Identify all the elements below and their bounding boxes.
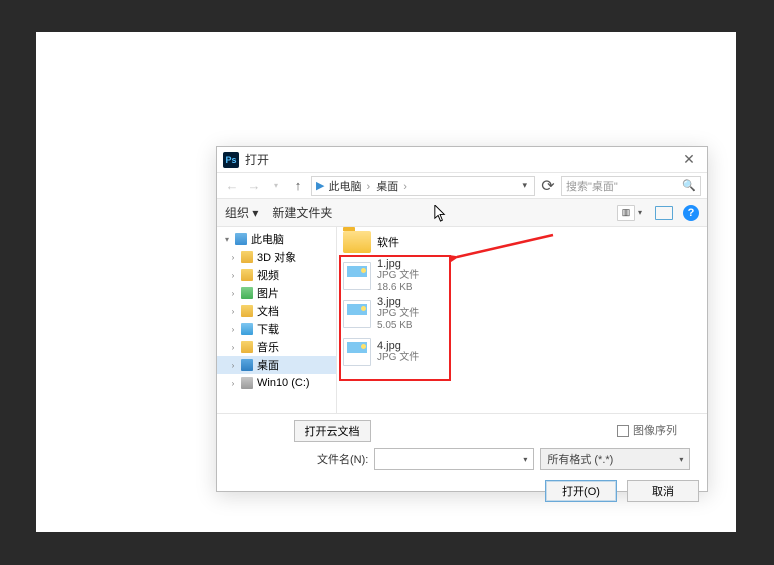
file-list: 1.jpgJPG 文件18.6 KB3.jpgJPG 文件5.05 KB4.jp… [343, 257, 701, 371]
up-button[interactable]: ↑ [289, 178, 307, 193]
nav-root-pc[interactable]: ▾ 此电脑 [217, 230, 336, 248]
recent-dropdown[interactable]: ▾ [267, 181, 285, 190]
dialog-title: 打开 [245, 151, 269, 168]
file-name: 3.jpg [377, 296, 419, 308]
folder-label: 软件 [377, 234, 399, 250]
file-name: 1.jpg [377, 258, 419, 270]
dialog-body: ▾ 此电脑 › 3D 对象 › 视频 › 图片 › 文档 › 下载 › 音乐 › 桌面 › Win10 (C:… [217, 227, 707, 413]
nav-label: 桌面 [257, 357, 279, 373]
search-icon: 🔍 [682, 179, 696, 192]
file-text: 1.jpgJPG 文件18.6 KB [377, 258, 419, 294]
nav-tree: ▾ 此电脑 › 3D 对象 › 视频 › 图片 › 文档 › 下载 › 音乐 › 桌面 › Win10 (C:… [217, 227, 337, 413]
expand-icon: › [229, 343, 237, 352]
expand-icon: › [229, 379, 237, 388]
nav-label: 视频 [257, 267, 279, 283]
file-size: 5.05 KB [377, 320, 419, 332]
address-bar: ← → ▾ ↑ ▶ 此电脑 桌面 ▾ ⟳ 搜索"桌面" 🔍 [217, 173, 707, 199]
nav-icon [241, 341, 253, 353]
nav-item-桌面[interactable]: › 桌面 [217, 356, 336, 374]
organize-button[interactable]: 组织 ▾ [225, 204, 258, 221]
file-open-dialog: Ps 打开 ✕ ← → ▾ ↑ ▶ 此电脑 桌面 ▾ ⟳ 搜索"桌面" 🔍 [216, 146, 708, 492]
toolbar: 组织 ▾ 新建文件夹 ▥ ▾ ? [217, 199, 707, 227]
dialog-footer: 打开云文档 图像序列 文件名(N): ▾ 所有格式 (*.*) ▾ [217, 413, 707, 508]
expand-icon: › [229, 325, 237, 334]
nav-item-下载[interactable]: › 下载 [217, 320, 336, 338]
nav-icon [241, 359, 253, 371]
breadcrumb[interactable]: ▶ 此电脑 桌面 ▾ [311, 176, 535, 196]
app-icon: Ps [223, 152, 239, 168]
image-sequence-checkbox[interactable]: 图像序列 [617, 422, 677, 438]
open-cloud-doc-button[interactable]: 打开云文档 [294, 420, 371, 442]
chevron-down-icon: ▾ [635, 208, 645, 217]
preview-pane-toggle[interactable] [655, 206, 673, 220]
nav-icon [241, 305, 253, 317]
nav-label: 此电脑 [251, 231, 284, 247]
nav-icon [241, 251, 253, 263]
file-text: 3.jpgJPG 文件5.05 KB [377, 296, 419, 332]
forward-button[interactable]: → [245, 178, 263, 193]
nav-item-图片[interactable]: › 图片 [217, 284, 336, 302]
filetype-filter[interactable]: 所有格式 (*.*) ▾ [540, 448, 690, 470]
help-button[interactable]: ? [683, 205, 699, 221]
refresh-button[interactable]: ⟳ [539, 176, 557, 196]
search-placeholder: 搜索"桌面" [566, 178, 618, 194]
nav-label: 3D 对象 [257, 249, 296, 265]
file-type: JPG 文件 [377, 270, 419, 282]
expand-icon: › [229, 289, 237, 298]
nav-icon [241, 269, 253, 281]
cursor-icon [433, 205, 448, 222]
file-item[interactable]: 1.jpgJPG 文件18.6 KB [343, 257, 701, 295]
chevron-down-icon: ▾ [523, 455, 527, 464]
file-type: JPG 文件 [377, 352, 419, 364]
nav-icon [241, 323, 253, 335]
image-thumb-icon [343, 300, 371, 328]
expand-icon: › [229, 253, 237, 262]
nav-label: 文档 [257, 303, 279, 319]
expand-icon: › [229, 307, 237, 316]
file-item[interactable]: 4.jpgJPG 文件 [343, 333, 701, 371]
nav-label: 下载 [257, 321, 279, 337]
nav-label: 图片 [257, 285, 279, 301]
file-text: 4.jpgJPG 文件 [377, 340, 419, 364]
chevron-down-icon: ▾ [223, 235, 231, 244]
file-type: JPG 文件 [377, 308, 419, 320]
back-button[interactable]: ← [223, 178, 241, 193]
view-mode-button[interactable]: ▥ ▾ [617, 205, 645, 221]
breadcrumb-dropdown[interactable]: ▾ [522, 180, 530, 191]
image-thumb-icon [343, 338, 371, 366]
pc-icon [235, 233, 247, 245]
folder-icon [343, 231, 371, 253]
view-icon: ▥ [617, 205, 635, 221]
file-name: 4.jpg [377, 340, 419, 352]
file-size: 18.6 KB [377, 282, 419, 294]
checkbox-icon [617, 425, 629, 437]
nav-label: 音乐 [257, 339, 279, 355]
nav-icon [241, 377, 253, 389]
image-thumb-icon [343, 262, 371, 290]
nav-item-视频[interactable]: › 视频 [217, 266, 336, 284]
expand-icon: › [229, 271, 237, 280]
nav-label: Win10 (C:) [257, 377, 310, 389]
breadcrumb-seg[interactable]: 桌面 [376, 178, 409, 194]
close-button[interactable]: ✕ [677, 151, 701, 168]
breadcrumb-seg[interactable]: 此电脑 [328, 178, 372, 194]
chevron-down-icon: ▾ [679, 455, 683, 464]
file-item[interactable]: 3.jpgJPG 文件5.05 KB [343, 295, 701, 333]
folder-item[interactable]: 软件 [343, 231, 701, 253]
filename-label: 文件名(N): [317, 451, 368, 467]
open-button[interactable]: 打开(O) [545, 480, 617, 502]
nav-item-文档[interactable]: › 文档 [217, 302, 336, 320]
expand-icon: › [229, 361, 237, 370]
file-pane[interactable]: 软件 1.jpgJPG 文件18.6 KB3.jpgJPG 文件5.05 KB4… [337, 227, 707, 413]
filter-value: 所有格式 (*.*) [547, 451, 613, 467]
search-input[interactable]: 搜索"桌面" 🔍 [561, 176, 701, 196]
nav-item-3D 对象[interactable]: › 3D 对象 [217, 248, 336, 266]
new-folder-button[interactable]: 新建文件夹 [272, 204, 332, 221]
filename-input[interactable]: ▾ [374, 448, 534, 470]
nav-item-Win10 (C:)[interactable]: › Win10 (C:) [217, 374, 336, 392]
nav-icon [241, 287, 253, 299]
cancel-button[interactable]: 取消 [627, 480, 699, 502]
titlebar: Ps 打开 ✕ [217, 147, 707, 173]
nav-item-音乐[interactable]: › 音乐 [217, 338, 336, 356]
